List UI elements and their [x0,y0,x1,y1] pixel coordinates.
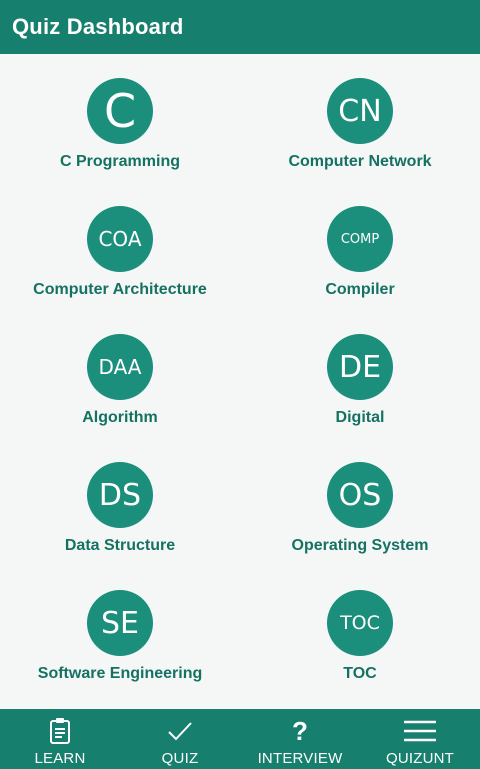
subject-icon: OS [327,462,393,528]
page-title: Quiz Dashboard [12,14,184,39]
subject-icon: C [87,78,153,144]
app-bar: Quiz Dashboard [0,0,480,54]
tile-label: Algorithm [82,409,158,426]
tile-compiler[interactable]: COMP Compiler [240,182,480,310]
nav-quizunt[interactable]: QUIZUNT [360,709,480,769]
nav-label: LEARN [34,750,86,767]
nav-label: QUIZ [161,750,199,767]
checkmark-icon [166,714,194,748]
question-mark-icon: ? [292,716,308,746]
tile-computer-network[interactable]: CN Computer Network [240,54,480,182]
subject-icon: SE [87,590,153,656]
tile-label: TOC [343,665,377,682]
bottom-navigation: LEARN QUIZ ? INTERVIEW QUIZUNT [0,709,480,769]
subject-icon: TOC [327,590,393,656]
tile-operating-system[interactable]: OS Operating System [240,438,480,566]
tile-label: Software Engineering [37,665,203,682]
subject-icon: COMP [327,206,393,272]
menu-icon [403,714,437,748]
nav-label: INTERVIEW [257,750,343,767]
tile-label: Operating System [291,537,429,554]
tile-algorithm[interactable]: DAA Algorithm [0,310,240,438]
subject-icon: DS [87,462,153,528]
tile-digital[interactable]: DE Digital [240,310,480,438]
subject-icon: DE [327,334,393,400]
tile-label: Digital [335,409,385,426]
subject-icon: COA [87,206,153,272]
tile-computer-architecture[interactable]: COA Computer Architecture [0,182,240,310]
tile-c-programming[interactable]: C C Programming [0,54,240,182]
tile-label: Computer Architecture [33,281,207,298]
nav-learn[interactable]: LEARN [0,709,120,769]
tile-label: Data Structure [64,537,176,554]
subject-icon: CN [327,78,393,144]
tile-label: C Programming [59,153,180,170]
nav-interview[interactable]: ? INTERVIEW [240,709,360,769]
tile-label: Computer Network [288,153,432,170]
nav-quiz[interactable]: QUIZ [120,709,240,769]
tile-toc[interactable]: TOC TOC [240,566,480,694]
tile-data-structure[interactable]: DS Data Structure [0,438,240,566]
nav-label: QUIZUNT [385,750,455,767]
tile-software-engineering[interactable]: SE Software Engineering [0,566,240,694]
subject-grid: C C Programming CN Computer Network COA … [0,54,480,709]
tile-label: Compiler [325,281,395,298]
subject-icon: DAA [87,334,153,400]
clipboard-icon [49,714,71,748]
